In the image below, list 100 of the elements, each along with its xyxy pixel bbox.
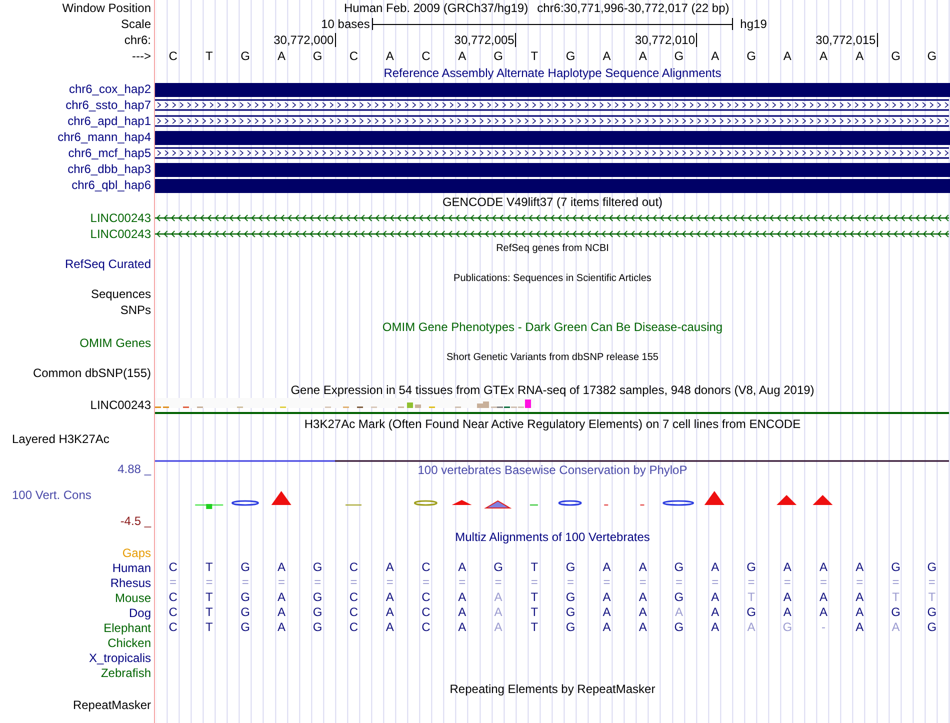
base-letter: G <box>312 621 322 634</box>
base-letter: = <box>856 576 864 589</box>
base-letter: A <box>711 561 720 574</box>
track-label: Common dbSNP(155) <box>32 366 151 380</box>
base-letter: A <box>638 561 647 574</box>
base-letter: = <box>458 576 466 589</box>
base-letter: G <box>566 591 576 604</box>
row-label: chr6: <box>124 33 151 47</box>
track-label: Elephant <box>104 620 151 634</box>
base-letter: A <box>892 621 900 634</box>
base-letter: = <box>603 576 610 589</box>
base-letter: G <box>240 606 250 619</box>
base-letter: G <box>240 591 250 604</box>
ruler-tick: 30,772,010 <box>634 33 698 47</box>
track-title: OMIM Gene Phenotypes - Dark Green Can Be Disease-causing <box>382 320 723 334</box>
base-letter: A <box>783 49 792 63</box>
base-letter: A <box>277 591 286 604</box>
track-label: OMIM Genes <box>80 336 151 350</box>
track-label: Zebrafish <box>100 666 151 680</box>
base-letter: A <box>856 606 864 619</box>
ruler-tick: 30,772,000 <box>274 33 336 47</box>
base-letter: A <box>277 561 286 574</box>
base-letter: = <box>639 576 646 589</box>
base-letter: C <box>349 591 358 604</box>
base-letter: G <box>566 606 576 619</box>
track-label: LINC00243 <box>90 398 151 412</box>
base-letter: G <box>312 606 322 619</box>
base-letter: A <box>783 591 792 604</box>
base-letter: G <box>674 49 684 63</box>
base-letter: G <box>927 49 937 63</box>
axis-min-label: -4.5 _ <box>120 514 151 528</box>
base-letter: G <box>674 561 684 574</box>
base-letter: A <box>458 606 466 619</box>
track-label: X_tropicalis <box>88 650 151 664</box>
base-letter: T <box>530 606 538 619</box>
track-title: Multiz Alignments of 100 Vertebrates <box>455 530 650 544</box>
base-letter: = <box>712 576 719 589</box>
base-letter: T <box>530 561 538 574</box>
base-letter: G <box>891 49 900 63</box>
base-letter: C <box>422 49 430 63</box>
track-label: LINC00243 <box>90 227 151 241</box>
base-letter: = <box>784 576 791 589</box>
base-letter: A <box>458 49 466 63</box>
track-label: RepeatMasker <box>72 698 151 712</box>
base-letter: - <box>822 621 826 634</box>
base-letter: C <box>422 561 430 574</box>
base-letter: A <box>711 49 720 63</box>
track-label: Mouse <box>114 590 151 604</box>
base-letter: G <box>240 561 250 574</box>
base-letter: A <box>458 561 466 574</box>
base-letter: C <box>349 49 358 63</box>
base-letter: A <box>494 621 502 634</box>
base-letter: T <box>928 591 936 604</box>
base-letter: A <box>638 591 647 604</box>
base-letter: A <box>602 606 611 619</box>
base-letter: A <box>494 606 502 619</box>
base-letter: T <box>530 621 538 634</box>
base-letter: = <box>494 576 502 589</box>
base-letter: = <box>170 576 177 589</box>
row-label: ---> <box>132 49 151 63</box>
base-letter: C <box>422 606 430 619</box>
base-letter: G <box>566 561 576 574</box>
base-letter: A <box>602 49 611 63</box>
base-letter: G <box>494 561 503 574</box>
base-letter: A <box>747 621 756 634</box>
base-letter: A <box>458 621 466 634</box>
track-label: Layered H3K27Ac <box>11 432 110 446</box>
base-letter: = <box>422 576 430 589</box>
track-title: Repeating Elements by RepeatMasker <box>450 682 656 696</box>
track-title: Publications: Sequences in Scientific Articles <box>454 273 652 285</box>
base-letter: A <box>602 591 611 604</box>
base-letter: A <box>386 49 394 63</box>
base-letter: G <box>746 561 756 574</box>
track-title: 100 vertebrates Basewise Conservation by PhyloP <box>418 463 688 477</box>
track-title: RefSeq genes from NCBI <box>496 243 609 255</box>
track-label: chr6_mcf_hap5 <box>68 146 151 160</box>
track-label: SNPs <box>120 303 151 317</box>
base-letter: G <box>674 591 684 604</box>
track-label: LINC00243 <box>90 211 151 225</box>
track-title: GENCODE V49lift37 (7 items filtered out) <box>442 194 663 208</box>
base-letter: C <box>349 561 358 574</box>
row-label: Window Position <box>62 1 151 15</box>
base-letter: T <box>892 591 900 604</box>
base-letter: A <box>602 621 611 634</box>
base-letter: G <box>240 49 250 63</box>
base-letter: A <box>820 561 828 574</box>
track-label: chr6_ssto_hap7 <box>66 98 151 112</box>
track-title: Reference Assembly Alternate Haplotype Sequence Alignments <box>384 66 722 80</box>
base-letter: A <box>820 606 828 619</box>
base-letter: G <box>240 621 250 634</box>
base-letter: A <box>386 561 394 574</box>
base-letter: A <box>783 606 792 619</box>
base-letter: A <box>638 49 647 63</box>
base-letter: C <box>168 561 178 574</box>
base-letter: A <box>856 561 864 574</box>
axis-max-label: 4.88 _ <box>118 462 151 476</box>
base-letter: = <box>675 576 682 589</box>
base-letter: G <box>566 621 576 634</box>
base-letter: G <box>927 606 937 619</box>
base-letter: A <box>856 591 864 604</box>
